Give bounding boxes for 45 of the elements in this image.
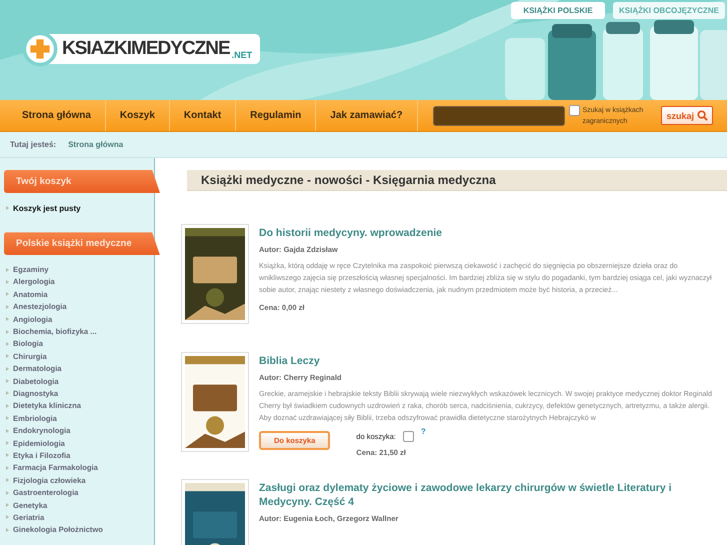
bullet-icon xyxy=(6,330,9,334)
bullet-icon xyxy=(6,317,9,322)
checkbox[interactable] xyxy=(402,431,414,442)
nav-link[interactable]: Koszyk xyxy=(106,100,170,131)
language-tab[interactable]: KSIĄŻKI POLSKIE xyxy=(510,2,605,19)
bullet-icon xyxy=(6,490,9,495)
section-heading: Twój koszyk xyxy=(4,170,160,193)
bullet-icon xyxy=(6,428,9,433)
bullet-icon xyxy=(6,515,9,520)
bullet-icon xyxy=(6,441,9,446)
bullet-icon xyxy=(6,503,9,507)
help-link[interactable]: ? xyxy=(420,427,426,436)
bullet-icon xyxy=(6,478,9,482)
bullet-icon xyxy=(6,453,9,458)
cart-status-text: Koszyk jest pusty xyxy=(13,204,81,213)
bullet-icon xyxy=(6,416,9,420)
nav-link[interactable]: Regulamin xyxy=(236,100,316,131)
nav-link[interactable]: Strona główna xyxy=(0,100,106,131)
bullet-icon xyxy=(6,466,9,470)
search-button[interactable]: szukaj xyxy=(661,106,713,125)
book-title-link[interactable]: Biblia Leczy xyxy=(259,354,719,368)
bullet-icon xyxy=(6,391,9,396)
search-icon xyxy=(697,110,708,121)
page-heading: Książki medyczne - nowości - Księgarnia medyczna xyxy=(187,170,727,191)
bullet-icon xyxy=(6,354,9,358)
section-heading: Polskie książki medyczne xyxy=(4,232,160,256)
bullet-icon xyxy=(6,280,9,284)
bullet-icon xyxy=(6,404,9,408)
search-field[interactable] xyxy=(433,106,566,126)
bullet-icon xyxy=(6,206,9,210)
nav-link[interactable]: Kontakt xyxy=(170,100,236,131)
bullet-icon xyxy=(6,379,9,384)
breadcrumb-label: Tutaj jesteś: xyxy=(10,140,56,149)
bullet-icon xyxy=(6,268,9,272)
breadcrumb-link[interactable]: Strona główna xyxy=(68,140,124,149)
nav-link[interactable]: Jak zamawiać? xyxy=(316,100,418,131)
checkbox[interactable] xyxy=(569,104,580,116)
bullet-icon xyxy=(6,304,9,309)
bullet-icon xyxy=(6,342,9,346)
book-title-link[interactable]: Do historii medycyny. wprowadzenie xyxy=(259,226,719,240)
medical-cross-icon xyxy=(22,31,58,67)
bullet-icon xyxy=(6,528,9,532)
bullet-icon xyxy=(6,292,9,296)
bullet-icon xyxy=(6,366,9,371)
book-title-link[interactable]: Zasługi oraz dylematy życiowe i zawodowe lekarzy chirurgów w świetle Literatury i Medycyny. Część 4 xyxy=(259,481,719,509)
